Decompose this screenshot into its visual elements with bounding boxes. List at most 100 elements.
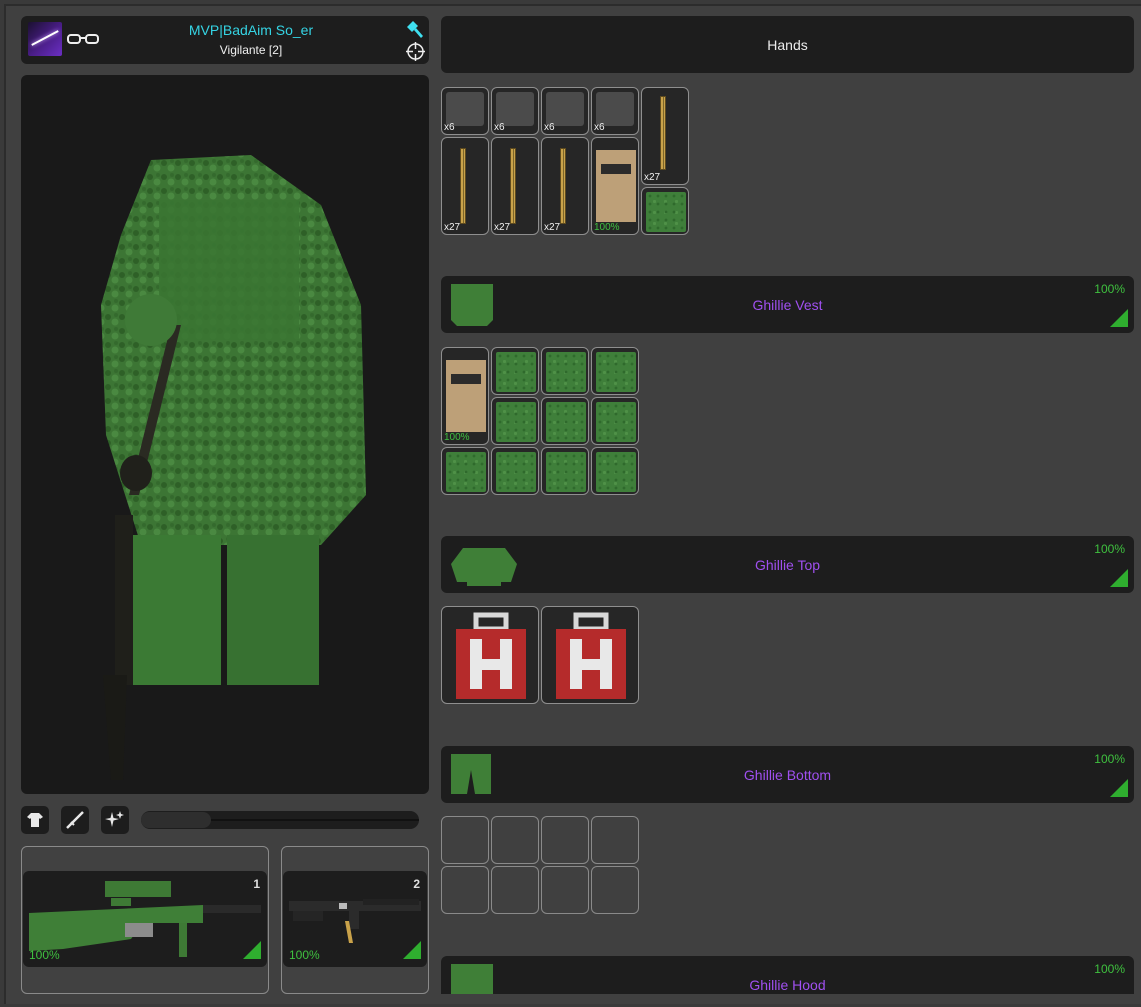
clothing-view-button[interactable] [21,806,49,834]
vest-slot-ghillie[interactable] [491,447,539,495]
item-count: x27 [544,222,561,233]
primary-weapon-slot[interactable]: 1 100% [21,846,269,994]
rifle-icon [66,811,84,829]
player-name: MVP|BadAim So_er [188,22,314,38]
ghillie-cloth-icon [596,402,636,442]
hands-slot-magazine[interactable]: x6 [441,87,489,135]
quality-triangle-icon [1110,569,1128,587]
ammo-icon [510,148,516,224]
quality-triangle-icon [1110,779,1128,797]
weapon-quality: 100% [289,948,320,962]
vest-slot-ghillie[interactable] [491,397,539,445]
secondary-weapon-slot[interactable]: 2 100% [281,846,429,994]
bottom-slot-empty[interactable] [541,866,589,914]
top-slot-medkit[interactable] [541,606,639,704]
ammo-icon [460,148,466,224]
item-count: x6 [444,122,455,133]
hands-slot-ammo[interactable]: x27 [541,137,589,235]
ghillie-cloth-icon [446,452,486,492]
ammo-icon [560,148,566,224]
item-count: x6 [494,122,505,133]
clothing-vest-bar[interactable]: Ghillie Vest 100% [441,276,1134,333]
ghillie-character-model [101,155,366,780]
ghillie-cloth-icon [546,452,586,492]
clothing-bottom-bar[interactable]: Ghillie Bottom 100% [441,746,1134,803]
shirt-icon [27,813,43,827]
character-preview[interactable] [21,75,429,794]
item-name: Ghillie Bottom [743,767,832,783]
top-slot-medkit[interactable] [441,606,539,704]
vest-slot-armor-plate[interactable]: 100% [441,347,489,445]
quality-triangle-icon [1110,309,1128,327]
hands-slot-magazine[interactable]: x6 [541,87,589,135]
magazine-icon [496,92,534,126]
magazine-icon [546,92,584,126]
effects-view-button[interactable] [101,806,129,834]
vest-slot-ghillie[interactable] [541,397,589,445]
item-quality: 100% [444,432,470,443]
item-quality: 100% [1094,542,1125,556]
vest-slot-ghillie[interactable] [541,347,589,395]
bottom-slot-empty[interactable] [441,816,489,864]
item-count: x27 [494,222,511,233]
item-name: Ghillie Top [754,557,821,573]
bottom-slot-empty[interactable] [541,816,589,864]
hands-slot-ammo[interactable]: x27 [441,137,489,235]
hands-slot-magazine[interactable]: x6 [591,87,639,135]
clothing-hood-bar[interactable]: Ghillie Hood 100% [441,956,1134,994]
ammo-icon [660,96,666,170]
vest-slot-ghillie[interactable] [541,447,589,495]
item-count: x27 [644,172,661,183]
ghillie-cloth-icon [496,352,536,392]
armor-plate-icon [446,360,486,432]
glasses-icon [67,34,99,44]
ghillie-cloth-icon [496,402,536,442]
zoom-slider[interactable] [141,811,419,829]
ghillie-cloth-icon [496,452,536,492]
bottom-slot-empty[interactable] [591,816,639,864]
hands-header: Hands [441,16,1134,73]
item-quality: 100% [1094,752,1125,766]
hands-slot-ghillie[interactable] [641,187,689,235]
player-avatar [28,22,62,56]
vest-slot-ghillie[interactable] [441,447,489,495]
player-group: Vigilante [2] [219,43,283,57]
vest-slot-ghillie[interactable] [591,347,639,395]
item-count: x6 [544,122,555,133]
item-name: Ghillie Hood [749,977,826,993]
ghillie-cloth-icon [546,402,586,442]
vest-slot-ghillie[interactable] [591,397,639,445]
armor-plate-icon [596,150,636,222]
weapon-quality: 100% [29,948,60,962]
hands-slot-ammo[interactable]: x27 [491,137,539,235]
hands-slot-armor-plate[interactable]: 100% [591,137,639,235]
item-quality: 100% [1094,962,1125,976]
bottom-slot-empty[interactable] [441,866,489,914]
bottom-slot-empty[interactable] [591,866,639,914]
hammer-icon[interactable] [405,21,423,39]
hands-slot-ammo[interactable]: x27 [641,87,689,185]
weapon-view-button[interactable] [61,806,89,834]
medkit-icon [556,612,626,699]
ghillie-cloth-icon [546,352,586,392]
secondary-weapon-card[interactable]: 2 100% [283,871,427,967]
vest-slot-ghillie[interactable] [491,347,539,395]
vest-slot-ghillie[interactable] [591,447,639,495]
magazine-icon [596,92,634,126]
item-quality: 100% [594,222,620,233]
player-header: MVP|BadAim So_er Vigilante [2] [21,16,429,64]
bottom-slot-empty[interactable] [491,816,539,864]
primary-weapon-card[interactable]: 1 100% [23,871,267,967]
sparkle-icon [105,811,124,827]
crosshair-icon[interactable] [406,42,425,61]
item-name: Ghillie Vest [752,297,823,313]
zoom-slider-handle[interactable] [141,812,211,828]
quality-triangle-icon [243,941,261,959]
ghillie-cloth-icon [596,452,636,492]
hands-slot-magazine[interactable]: x6 [491,87,539,135]
magazine-icon [446,92,484,126]
clothing-top-bar[interactable]: Ghillie Top 100% [441,536,1134,593]
bottom-slot-empty[interactable] [491,866,539,914]
item-count: x6 [594,122,605,133]
item-count: x27 [444,222,461,233]
